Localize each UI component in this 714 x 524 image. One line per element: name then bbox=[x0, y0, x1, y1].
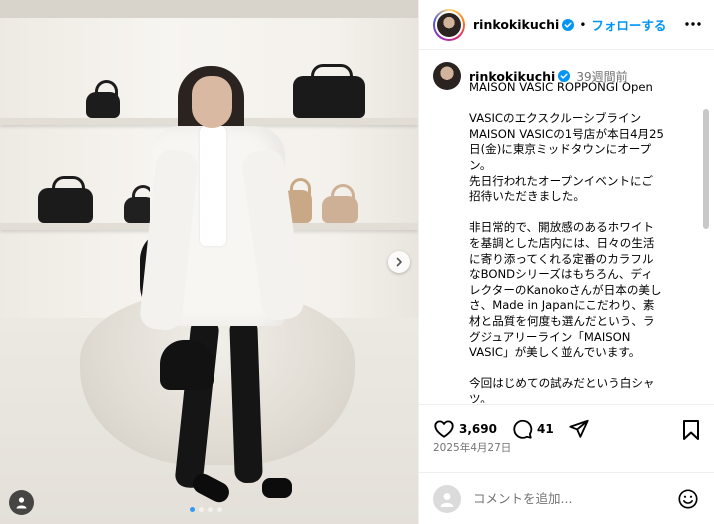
photo-person-leg bbox=[229, 317, 263, 484]
photo-ceiling bbox=[0, 0, 418, 18]
caption-area[interactable]: rinkokikuchi 39週間前 MAISON VASIC ROPPONGI… bbox=[419, 51, 714, 403]
heart-icon[interactable] bbox=[433, 418, 455, 440]
bookmark-icon[interactable] bbox=[681, 419, 701, 441]
photo-person-tie bbox=[200, 126, 226, 246]
post-photo[interactable] bbox=[0, 0, 418, 524]
comment-count[interactable]: 41 bbox=[537, 422, 554, 436]
carousel-next-button[interactable] bbox=[388, 251, 410, 273]
post-date[interactable]: 2025年4月27日 bbox=[433, 440, 511, 455]
caption-avatar[interactable] bbox=[433, 62, 461, 90]
shelf-bag bbox=[38, 176, 93, 223]
follow-button[interactable]: フォローする bbox=[591, 15, 666, 34]
share-icon[interactable] bbox=[568, 418, 590, 440]
user-tag-button[interactable] bbox=[9, 490, 34, 515]
shelf-bag bbox=[322, 184, 358, 223]
verified-badge-icon bbox=[562, 18, 575, 31]
default-avatar-icon bbox=[440, 492, 454, 507]
carousel-dot bbox=[217, 507, 222, 512]
header-separator: • bbox=[579, 17, 587, 32]
carousel-indicator bbox=[190, 507, 222, 512]
more-horizontal-icon[interactable] bbox=[683, 14, 703, 34]
caption-text: MAISON VASIC ROPPONGI Open VASICのエクスクルーシ… bbox=[469, 80, 664, 403]
caption-scrollbar[interactable] bbox=[703, 109, 709, 229]
chevron-right-icon bbox=[396, 257, 402, 267]
carousel-dot bbox=[190, 507, 195, 512]
photo-person-face bbox=[192, 76, 232, 128]
post-detail-pane: rinkokikuchi • フォローする rinkokikuchi 39週間前… bbox=[418, 0, 714, 524]
shelf-bag bbox=[293, 64, 365, 118]
carousel-dot bbox=[208, 507, 213, 512]
comment-icon[interactable] bbox=[511, 418, 533, 440]
comment-input[interactable] bbox=[473, 491, 663, 506]
emoji-icon[interactable] bbox=[677, 488, 699, 510]
viewer-avatar bbox=[433, 484, 461, 513]
photo-person-shoe bbox=[262, 478, 292, 498]
like-count[interactable]: 3,690 bbox=[459, 422, 497, 436]
carousel-dot bbox=[199, 507, 204, 512]
author-avatar[interactable] bbox=[433, 8, 465, 41]
photo-handbag bbox=[160, 340, 214, 390]
post-header: rinkokikuchi • フォローする bbox=[419, 0, 714, 50]
user-tag-icon bbox=[16, 497, 27, 509]
comment-bar bbox=[419, 472, 714, 524]
author-username[interactable]: rinkokikuchi bbox=[473, 17, 559, 32]
shelf-bag bbox=[86, 80, 120, 118]
